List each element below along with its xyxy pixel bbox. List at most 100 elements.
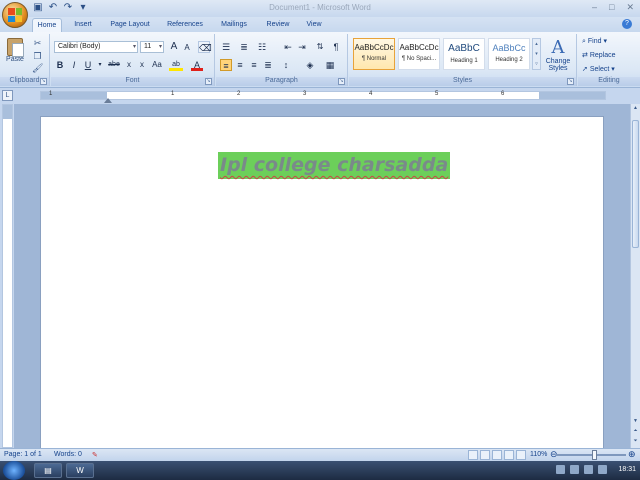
styles-launcher[interactable]: ↘: [567, 78, 574, 85]
sort-icon[interactable]: ⇅: [314, 41, 326, 53]
align-center-icon[interactable]: ≡: [234, 59, 246, 71]
copy-icon[interactable]: ❐: [32, 51, 43, 62]
document-text[interactable]: Ipl college charsadda: [218, 152, 451, 179]
zoom-level[interactable]: 110%: [530, 451, 547, 458]
show-marks-icon[interactable]: ¶: [330, 41, 342, 53]
document-page[interactable]: Ipl college charsadda: [40, 116, 604, 448]
italic-button[interactable]: I: [68, 59, 80, 71]
scroll-down-icon[interactable]: ▼: [631, 417, 640, 426]
align-right-icon[interactable]: ≡: [248, 59, 260, 71]
horizontal-ruler[interactable]: 1 1 2 3 4 5 6: [40, 91, 606, 103]
tab-mailings[interactable]: Mailings: [216, 18, 252, 32]
style-heading-1[interactable]: AaBbC Heading 1: [443, 38, 485, 70]
subscript-button[interactable]: x: [123, 59, 135, 71]
tab-insert[interactable]: Insert: [68, 18, 98, 32]
cursor-icon: ➚: [582, 66, 588, 73]
outline-view-icon[interactable]: [504, 450, 514, 460]
tab-home[interactable]: Home: [32, 18, 62, 32]
font-group: Calibri (Body) ▾ 11 ▾ A A ⌫ B I U ▾ abe …: [51, 34, 215, 86]
office-button[interactable]: [2, 2, 28, 28]
tab-selector[interactable]: L: [2, 90, 13, 101]
highlight-button[interactable]: ab: [169, 59, 183, 71]
styles-gallery-scroll[interactable]: ▴ ▾ ▿: [532, 38, 541, 70]
help-icon[interactable]: ?: [622, 19, 632, 29]
underline-button[interactable]: U: [82, 59, 94, 71]
clipboard-launcher[interactable]: ↘: [40, 78, 47, 85]
select-button[interactable]: ➚ Select ▾: [582, 65, 615, 73]
minimize-button[interactable]: –: [592, 2, 597, 13]
full-screen-view-icon[interactable]: [480, 450, 490, 460]
replace-button[interactable]: ⇄ Replace: [582, 51, 616, 59]
font-launcher[interactable]: ↘: [205, 78, 212, 85]
bold-button[interactable]: B: [54, 59, 66, 71]
right-margin-area: [539, 92, 605, 99]
paste-label: Paste: [6, 56, 24, 63]
editing-group-label: Editing: [578, 77, 640, 86]
taskbar-word-button[interactable]: W: [66, 463, 94, 478]
font-color-button[interactable]: A: [191, 59, 203, 71]
shading-icon[interactable]: ◈: [304, 59, 316, 71]
style-normal[interactable]: AaBbCcDc ¶ Normal: [353, 38, 395, 70]
cut-icon[interactable]: ✂: [32, 38, 43, 49]
increase-indent-icon[interactable]: ⇥: [296, 41, 308, 53]
start-button[interactable]: [3, 461, 25, 480]
clipboard-group: Paste ✂ ❐ 🖌 Clipboard ↘: [0, 34, 50, 86]
zoom-in-icon[interactable]: ⊕: [628, 449, 636, 460]
styles-group-label: Styles: [349, 77, 576, 86]
font-name-combo[interactable]: Calibri (Body) ▾: [54, 41, 138, 53]
next-page-icon[interactable]: ⏷: [631, 437, 640, 446]
proofing-icon[interactable]: ✎: [92, 451, 98, 459]
page-count[interactable]: Page: 1 of 1: [4, 451, 42, 458]
borders-icon[interactable]: ▦: [324, 59, 336, 71]
justify-icon[interactable]: ≣: [262, 59, 274, 71]
taskbar-app-icon[interactable]: ▤: [34, 463, 62, 478]
clear-formatting-icon[interactable]: ⌫: [198, 41, 212, 53]
find-button[interactable]: ⌕ Find ▾: [582, 37, 607, 46]
taskbar-clock[interactable]: 18:31: [618, 466, 636, 473]
close-button[interactable]: ✕: [626, 2, 634, 13]
line-spacing-icon[interactable]: ↕: [280, 59, 292, 71]
tray-power-icon[interactable]: [598, 465, 608, 474]
style-heading-2[interactable]: AaBbCc Heading 2: [488, 38, 530, 70]
web-layout-view-icon[interactable]: [492, 450, 502, 460]
style-name: ¶ No Spaci...: [401, 56, 437, 62]
shrink-font-button[interactable]: A: [181, 42, 193, 54]
underline-dropdown-icon[interactable]: ▾: [94, 59, 106, 71]
vertical-scrollbar[interactable]: ▲ ▼ ⏶ ⏷: [630, 104, 640, 448]
scroll-thumb[interactable]: [632, 120, 639, 248]
tray-flag-icon[interactable]: [584, 465, 594, 474]
numbering-icon[interactable]: ≣: [238, 41, 250, 53]
align-left-icon[interactable]: ≡: [220, 59, 232, 71]
font-size-combo[interactable]: 11 ▾: [140, 41, 164, 53]
decrease-indent-icon[interactable]: ⇤: [282, 41, 294, 53]
strikethrough-button[interactable]: abe: [106, 59, 122, 71]
format-painter-icon[interactable]: 🖌: [32, 63, 43, 74]
tray-network-icon[interactable]: [556, 465, 566, 474]
scroll-up-icon[interactable]: ▲: [631, 104, 640, 113]
zoom-slider-knob[interactable]: [592, 450, 597, 460]
print-layout-view-icon[interactable]: [468, 450, 478, 460]
tab-page-layout[interactable]: Page Layout: [106, 18, 154, 32]
word-count[interactable]: Words: 0: [54, 451, 82, 458]
tray-volume-icon[interactable]: [570, 465, 580, 474]
maximize-button[interactable]: □: [609, 2, 614, 13]
prev-page-icon[interactable]: ⏶: [631, 427, 640, 436]
paste-button[interactable]: Paste: [4, 38, 26, 72]
zoom-slider[interactable]: [556, 450, 626, 460]
change-styles-button[interactable]: A Change Styles: [543, 38, 573, 78]
bullets-icon[interactable]: ☰: [220, 41, 232, 53]
vertical-ruler[interactable]: [2, 104, 13, 448]
tab-review[interactable]: Review: [262, 18, 294, 32]
multilevel-list-icon[interactable]: ☷: [256, 41, 268, 53]
tab-references[interactable]: References: [162, 18, 208, 32]
superscript-button[interactable]: x: [136, 59, 148, 71]
paragraph-launcher[interactable]: ↘: [338, 78, 345, 85]
style-no-spacing[interactable]: AaBbCcDc ¶ No Spaci...: [398, 38, 440, 70]
change-case-button[interactable]: Aa: [149, 59, 165, 71]
top-margin-area: [3, 105, 12, 119]
tab-view[interactable]: View: [302, 18, 326, 32]
draft-view-icon[interactable]: [516, 450, 526, 460]
font-group-label: Font: [51, 77, 214, 86]
grow-font-button[interactable]: A: [168, 41, 180, 53]
indent-marker[interactable]: [104, 98, 112, 103]
